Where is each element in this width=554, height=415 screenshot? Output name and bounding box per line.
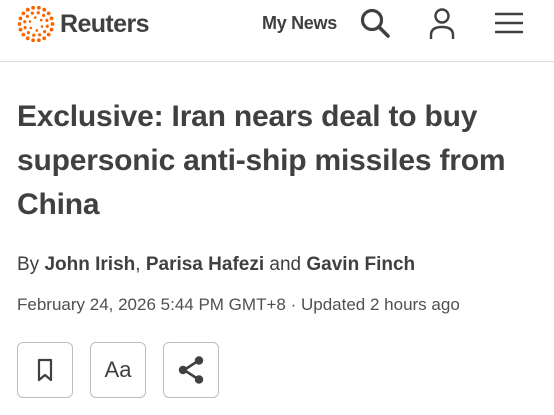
logo-dot	[42, 36, 47, 41]
logo-dot	[36, 38, 41, 43]
logo-dot	[39, 18, 43, 22]
logo-dot	[42, 13, 46, 17]
menu-icon	[495, 12, 523, 34]
search-icon	[360, 8, 390, 38]
logo-dot	[43, 30, 47, 34]
logo-dot	[45, 18, 49, 22]
site-header: Reuters My News	[0, 0, 554, 62]
logo-dot	[29, 26, 33, 30]
byline-prefix: By	[17, 254, 40, 275]
logo-dot	[28, 20, 32, 23]
brand-name: Reuters	[60, 9, 150, 38]
logo-dot	[23, 20, 27, 24]
logo-dot	[30, 11, 34, 15]
logo-dot	[35, 29, 39, 32]
dateline-separator: ·	[290, 295, 297, 314]
logo-dot	[25, 7, 30, 12]
byline-separator: ,	[135, 254, 141, 275]
article-dateline: February 24, 2026 5:44 PM GMT+8 · Update…	[17, 295, 460, 315]
updated-time: Updated 2 hours ago	[300, 295, 460, 314]
logo-dot	[17, 22, 22, 26]
logo-dot	[36, 5, 41, 10]
logo-dot	[21, 11, 26, 16]
logo-dot	[21, 32, 26, 37]
logo-dot	[50, 22, 55, 26]
bookmark-icon	[37, 358, 53, 382]
logo-dot	[33, 16, 37, 19]
bookmark-button[interactable]	[17, 342, 73, 398]
my-news-link[interactable]: My News	[262, 13, 337, 34]
logo-dot	[46, 11, 51, 16]
account-icon	[429, 8, 455, 39]
share-icon	[178, 356, 204, 384]
logo-dot	[31, 5, 36, 10]
logo-dot	[45, 24, 49, 28]
reuters-logo-icon	[17, 5, 55, 43]
article-headline: Exclusive: Iran nears deal to buy supers…	[17, 100, 506, 221]
search-button[interactable]	[358, 6, 392, 40]
logo-dot	[36, 11, 40, 15]
text-size-button[interactable]: Aa	[90, 342, 146, 398]
logo-dot	[18, 16, 23, 21]
logo-dot	[46, 32, 51, 37]
logo-dot	[25, 36, 30, 41]
logo-dot	[23, 26, 27, 30]
article-byline: By John Irish, Parisa Hafezi and Gavin F…	[17, 254, 415, 276]
text-size-label: Aa	[104, 357, 132, 382]
share-button[interactable]	[163, 342, 219, 398]
logo-dot	[31, 38, 36, 43]
logo-dot	[25, 14, 29, 18]
article-actions: Aa	[17, 342, 219, 398]
logo-dot	[26, 31, 30, 35]
account-button[interactable]	[425, 6, 459, 42]
reuters-logo[interactable]: Reuters	[16, 4, 150, 44]
logo-dot	[38, 33, 42, 37]
menu-button[interactable]	[494, 8, 524, 38]
published-date: February 24, 2026 5:44 PM GMT+8	[17, 295, 286, 314]
logo-dot	[40, 25, 44, 28]
logo-dot	[49, 27, 54, 32]
author-link[interactable]: Gavin Finch	[306, 254, 415, 275]
logo-dot	[42, 7, 47, 12]
logo-dot	[32, 33, 36, 37]
byline-conjunction: and	[269, 254, 302, 275]
author-link[interactable]: John Irish	[44, 254, 135, 275]
logo-dot	[18, 27, 23, 32]
author-link[interactable]: Parisa Hafezi	[146, 254, 264, 275]
logo-dot	[49, 16, 54, 21]
